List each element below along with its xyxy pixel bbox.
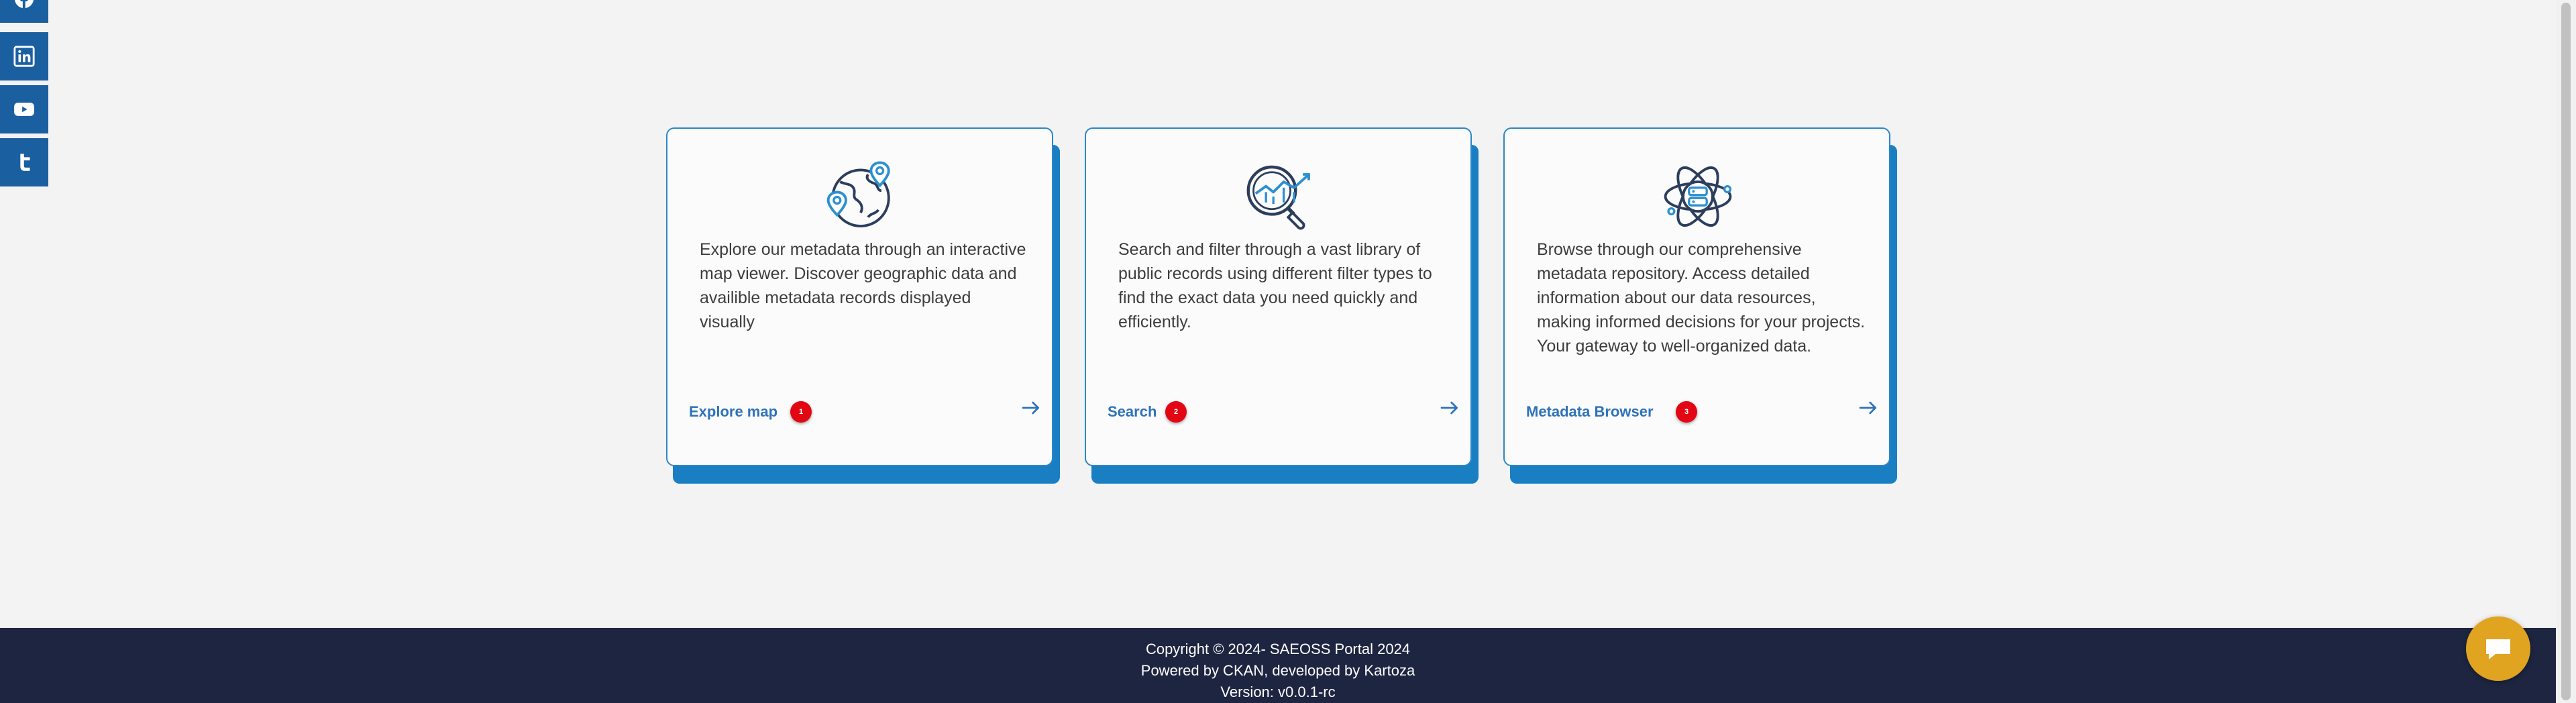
scrollbar[interactable] [2556,0,2576,703]
card-search: Search and filter through a vast library… [1085,127,1479,484]
facebook-icon [14,0,34,9]
card-body: Browse through our comprehensive metadat… [1503,127,1890,466]
linkedin-link[interactable] [0,32,48,80]
footer-version: Version: v0.0.1-rc [1220,684,1336,700]
chat-button[interactable] [2466,616,2530,681]
metadata-browser-link[interactable]: Metadata Browser [1526,403,1654,421]
step-badge: 1 [790,401,812,423]
footer: Copyright © 2024- SAEOSS Portal 2024 Pow… [0,628,2556,703]
explore-map-link[interactable]: Explore map [689,403,777,421]
twitter-icon [20,154,30,171]
youtube-icon [14,103,34,116]
arrow-right-icon[interactable] [1439,397,1460,419]
footer-copyright: Copyright © 2024- SAEOSS Portal 2024 [1145,641,1411,657]
search-chart-icon [1246,165,1310,230]
arrow-right-icon[interactable] [1020,397,1042,419]
page: Explore our metadata through an interact… [0,0,2576,703]
footer-powered-by: Powered by CKAN, developed by Kartoza [1140,662,1415,679]
card-body: Explore our metadata through an interact… [666,127,1053,466]
card-description: Explore our metadata through an interact… [700,240,1026,331]
card-description: Browse through our comprehensive metadat… [1537,240,1866,356]
facebook-link[interactable] [0,0,48,23]
linkedin-icon [13,46,35,67]
twitter-link[interactable] [0,138,48,186]
chat-bubble-icon [2486,639,2510,659]
step-badge: 2 [1165,401,1187,423]
card-body: Search and filter through a vast library… [1085,127,1472,466]
search-link[interactable]: Search [1108,403,1157,421]
atom-database-icon [1664,166,1732,227]
step-badge: 3 [1676,401,1697,423]
card-description: Search and filter through a vast library… [1118,240,1432,331]
arrow-right-icon[interactable] [1858,397,1879,419]
card-metadata-browser: Browse through our comprehensive metadat… [1503,127,1897,484]
card-explore-map: Explore our metadata through an interact… [666,127,1060,484]
scrollbar-thumb[interactable] [2561,3,2571,700]
globe-map-pin-icon [826,161,890,227]
youtube-link[interactable] [0,85,48,133]
